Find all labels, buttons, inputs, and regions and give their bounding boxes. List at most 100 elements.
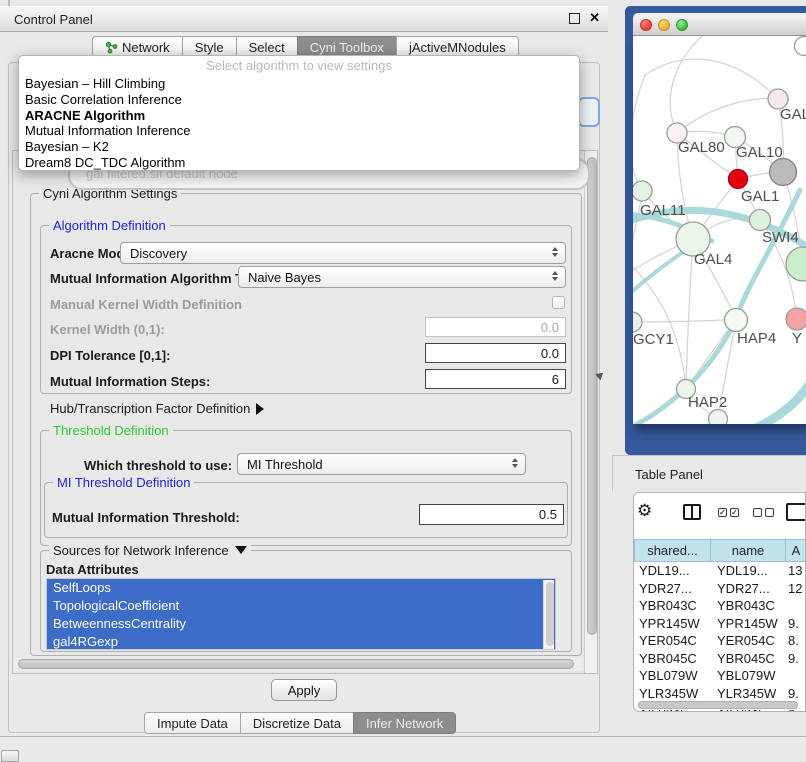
table-cell: YPR145W [711,615,786,633]
table-cell: YBR045C [634,650,711,668]
panel-title: Control Panel [14,12,93,27]
settings-vertical-scrollbar[interactable] [584,151,597,673]
network-node[interactable] [633,181,652,201]
mi-steps-field[interactable]: 6 [425,369,566,389]
data-attribute-item[interactable]: gal4RGexp [47,633,555,650]
network-node[interactable] [770,159,797,186]
table-row[interactable]: YDR27...YDR27...12 [634,580,806,598]
dpi-tolerance-field[interactable]: 0.0 [425,343,566,363]
column-header-partial[interactable]: A [786,539,806,562]
tab-label: Cyni Toolbox [310,40,384,55]
network-nodes: GALGAL80GAL10GAL1SWI4GAL11GAL4GCY1HAP4YH… [633,37,806,425]
columns-icon[interactable] [683,504,701,520]
table-row[interactable]: YBR043CYBR043C [634,597,806,615]
combo-value: Naive Bayes [248,270,321,285]
table-cell: YBL079W [634,667,711,685]
network-node[interactable] [795,37,806,56]
table-cell: YDR27... [711,580,786,598]
algorithm-option[interactable]: ARACNE Algorithm [19,108,579,124]
select-all-checks-icon[interactable]: ✓✓ [718,508,739,517]
tab-impute-data[interactable]: Impute Data [144,712,241,734]
table-cell: 13 [786,562,806,580]
network-node[interactable] [786,247,806,281]
algorithm-option[interactable]: Dream8 DC_TDC Algorithm [19,155,579,171]
table-panel-header: Table Panel [612,455,806,491]
gear-icon[interactable]: ⚙ [637,501,652,521]
table-row[interactable]: YBL079WYBL079W [634,667,806,685]
algorithm-option[interactable]: Bayesian – Hill Climbing [19,76,579,92]
table-cell: 9. [786,650,806,668]
sources-toggle[interactable]: Sources for Network Inference [49,543,251,558]
table-row[interactable]: YBR045CYBR045C9. [634,650,806,668]
data-attributes-list[interactable]: SelfLoopsTopologicalCoefficientBetweenne… [46,578,556,650]
network-icon [105,41,118,54]
network-canvas[interactable]: GALGAL80GAL10GAL1SWI4GAL11GAL4GCY1HAP4YH… [633,36,806,424]
table-cell [786,667,806,685]
table-row[interactable]: YPR145WYPR145W9. [634,615,806,633]
network-window-titlebar[interactable] [633,13,806,36]
mi-algorithm-type-combo[interactable]: Naive Bayes [238,266,566,288]
float-panel-icon[interactable] [569,13,580,24]
aracne-mode-combo[interactable]: Discovery [120,242,566,264]
table-cell: YDL19... [711,562,786,580]
bottom-divider [0,736,806,737]
network-node[interactable] [633,312,642,332]
algorithm-option[interactable]: Bayesian – K2 [19,139,579,155]
data-attribute-item[interactable]: TopologicalCoefficient [47,597,555,615]
data-attribute-item[interactable]: SelfLoops [47,579,555,597]
table-cell: YER054C [634,632,711,650]
close-icon[interactable]: ✕ [589,10,600,26]
network-node[interactable] [725,309,748,332]
data-attribute-item[interactable]: BetweennessCentrality [47,615,555,633]
network-node[interactable] [709,410,728,425]
table-row[interactable]: YER054CYER054C8. [634,632,806,650]
which-threshold-label: Which threshold to use: [84,458,232,473]
mi-threshold-field[interactable]: 0.5 [419,504,564,525]
algorithm-option[interactable]: Mutual Information Inference [19,123,579,139]
zoom-traffic-icon[interactable] [676,19,688,31]
table-panel-title: Table Panel [635,467,703,482]
table-row[interactable]: YDL19...YDL19...13 [634,562,806,580]
which-threshold-combo[interactable]: MI Threshold [237,453,526,475]
table-toolbar: ⚙ ✓✓ [634,493,806,537]
settings-horizontal-scrollbar[interactable] [14,658,582,671]
control-panel-header: Control Panel ✕ [0,6,608,32]
partial-toolbar-icon[interactable] [786,503,806,521]
column-header-name[interactable]: name [711,539,786,562]
apply-button[interactable]: Apply [271,679,337,701]
hub-definition-label: Hub/Transcription Factor Definition [50,401,250,416]
network-node[interactable] [729,170,748,189]
collapsed-panel-button[interactable] [1,750,19,762]
table-cell: 9. [786,685,806,703]
network-node[interactable] [786,308,806,330]
table-row[interactable]: YLR345WYLR345W9. [634,685,806,703]
tab-label: Style [195,40,224,55]
algorithm-option[interactable]: Basic Correlation Inference [19,92,579,108]
mi-threshold-label: Mutual Information Threshold: [52,510,240,525]
table-cell: YDR27... [634,580,711,598]
table-cell: YBR043C [634,597,711,615]
deselect-all-checks-icon[interactable] [753,508,774,517]
kernel-width-field[interactable]: 0.0 [425,317,566,337]
network-node-label: SWI4 [762,229,799,246]
app-screen: Control Panel ✕ Network Style Select Cyn… [0,0,806,762]
table-cell: 12 [786,580,806,598]
manual-kernel-checkbox[interactable] [552,296,565,309]
tab-infer-network[interactable]: Infer Network [353,712,456,734]
table-window: ⚙ ✓✓ shared... name A YDL19...YDL19...13… [633,492,806,712]
table-cell: YBR045C [711,650,786,668]
network-node[interactable] [750,210,771,231]
kernel-width-label: Kernel Width (0,1): [50,322,165,337]
hub-definition-toggle[interactable]: Hub/Transcription Factor Definition [50,401,264,416]
table-cell: YLR345W [634,685,711,703]
group-title: MI Threshold Definition [53,475,194,490]
close-traffic-icon[interactable] [640,19,652,31]
tab-label: Select [249,40,285,55]
network-node-label: GAL11 [640,202,686,219]
list-scrollbar[interactable] [543,580,554,650]
table-horizontal-scrollbar[interactable] [636,701,802,710]
focused-widget-fragment [578,97,600,127]
column-header-shared[interactable]: shared... [634,539,711,562]
minimize-traffic-icon[interactable] [658,19,670,31]
tab-discretize-data[interactable]: Discretize Data [240,712,354,734]
